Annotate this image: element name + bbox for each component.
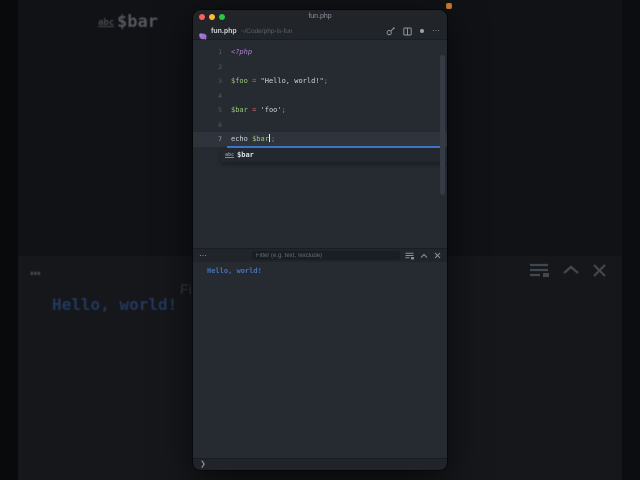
report-icon[interactable] [405,252,414,260]
php-file-icon [199,27,207,40]
window-title: fun.php [308,13,332,20]
window-statusbar: ❯ [193,458,447,470]
line-number: 4 [218,91,222,100]
line-number: 3 [218,77,222,86]
code-line[interactable]: 1 <?php [193,45,447,60]
backdrop-panel-icons-ghost [528,262,607,278]
line-number: 5 [218,106,222,115]
tabbar-actions: ⋯ [386,27,441,36]
code-line[interactable]: 4 [193,89,447,104]
line-content: $bar = 'foo'; [231,106,286,115]
editor-window: fun.php fun.php ~/Code/php-is-fun ⋯ 1 <?p… [193,10,447,470]
output-text: Hello, world! [207,267,262,275]
backdrop-output-ghost: Hello, world! [52,295,178,314]
code-line[interactable]: 7 echo $bar; [193,132,447,147]
code-line[interactable]: 2 [193,60,447,75]
preview-icon[interactable] [386,26,395,36]
code-line[interactable]: 3 $foo = "Hello, world!"; [193,74,447,89]
code-editor[interactable]: 1 <?php 2 3 $foo = "Hello, world!"; 4 5 $bar = … [193,40,447,248]
editor-scrollbar[interactable] [440,55,445,195]
filter-input[interactable] [252,251,400,260]
chevron-up-icon [562,264,580,276]
line-number: 2 [218,62,222,71]
window-titlebar[interactable]: fun.php [193,10,447,23]
line-number: 7 [218,135,222,144]
backdrop-completion-ghost: $bar [117,12,158,32]
screen-recording-indicator[interactable] [446,3,452,9]
backdrop-right-edge [622,0,640,480]
backdrop-more-ghost: ⋯ [30,263,43,284]
chevron-up-icon[interactable] [420,253,428,259]
split-editor-icon[interactable] [403,27,412,36]
line-content: echo $bar; [231,134,276,144]
backdrop-left-edge [0,0,18,480]
panel-header-icons [405,252,441,260]
panel-more-options-icon[interactable]: ⋯ [199,251,208,260]
unsaved-changes-indicator [420,29,424,33]
output-panel-header: ⋯ [193,248,447,262]
text-completion-icon: abc [225,151,235,158]
line-number: 6 [218,120,222,129]
code-line[interactable]: 6 [193,118,447,133]
line-number: 1 [218,48,222,56]
editor-tabbar: fun.php ~/Code/php-is-fun ⋯ [193,23,447,40]
completion-suggestion: $bar [237,150,254,159]
sidebar-expand-chevron[interactable]: ❯ [200,461,206,468]
code-line[interactable]: 5 $bar = 'foo'; [193,103,447,118]
report-icon [528,262,550,278]
backdrop-filter-ghost: Fi [180,281,192,297]
line-content: $foo = "Hello, world!"; [231,77,328,86]
backdrop-abc-icon-ghost: abc [98,18,115,28]
tab-filepath: ~/Code/php-is-fun [240,27,293,35]
close-panel-icon[interactable] [434,252,441,259]
completion-popup-item[interactable]: abc $bar [221,147,447,162]
code-lines: 1 <?php 2 3 $foo = "Hello, world!"; 4 5 $bar = … [193,40,447,147]
line-content: <?php [231,48,253,56]
tab-filename[interactable]: fun.php [211,28,237,35]
output-panel[interactable]: Hello, world! [193,262,447,458]
tab-more-options-icon[interactable]: ⋯ [432,27,441,35]
close-icon [592,263,607,278]
